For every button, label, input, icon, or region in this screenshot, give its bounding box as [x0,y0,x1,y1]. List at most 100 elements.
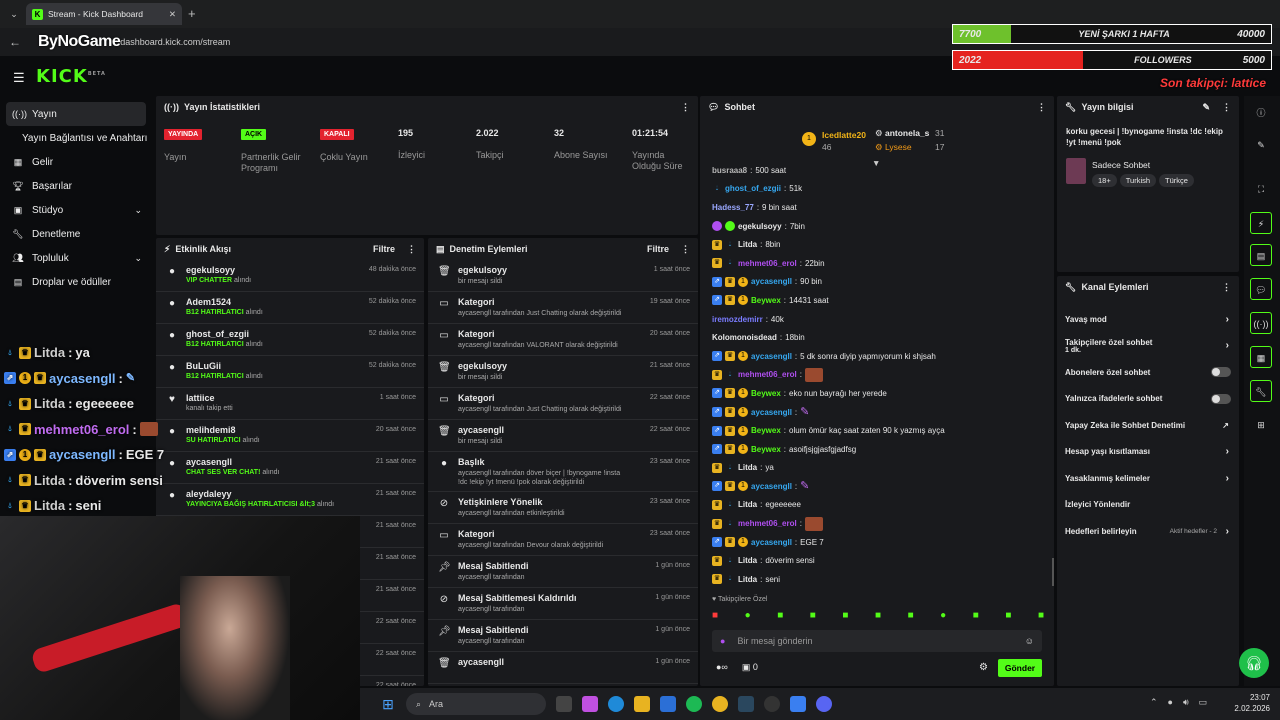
toggle-switch[interactable] [1211,393,1231,404]
chat-message[interactable]: ♛ 💧︎ Litda: ya [700,459,1054,478]
emote-icon[interactable]: ■ [810,610,816,624]
volume-icon[interactable]: 🔊︎ [1183,697,1189,708]
moderation-row[interactable]: ▭ Kategori aycasengll tarafından Just Chat… [428,292,698,324]
chat-bubble-icon[interactable]: 💬︎ [1250,278,1272,300]
more-icon[interactable]: ⋮ [681,102,690,113]
chrome-icon[interactable] [712,696,728,712]
moderation-row[interactable]: 🗑︎ egekulsoyy bir mesajı sildi 21 saat önce [428,356,698,388]
chat-message[interactable]: ♛ 💧︎ Litda: döverim sensi [700,551,1054,570]
chat-message[interactable]: ⇗ ♛ 1 aycasengll:90 bin [700,273,1054,292]
printer-icon[interactable]: ▦ [1250,346,1272,368]
channel-action-row[interactable]: Yapay Zeka ile Sohbet Denetimi ↗ [1057,412,1239,439]
chat-message[interactable]: ♛ 💧︎ Litda: egeeeeee [700,496,1054,515]
channel-action-row[interactable]: Hesap yaşı kısıtlaması › [1057,439,1239,466]
chat-username[interactable]: Litda [738,240,757,249]
emote-icon[interactable]: ■ [712,610,718,624]
moderation-row[interactable]: 🗑︎ egekulsoyy bir mesajı sildi 1 saat önce [428,260,698,292]
taskbar-search[interactable]: ⌕ Ara [406,693,546,715]
copilot-icon[interactable] [582,696,598,712]
more-icon[interactable]: ⋮ [1037,102,1046,113]
chat-username[interactable]: mehmet06_erol [738,370,797,379]
chat-message[interactable]: ⇗ ♛ 1 aycasengll: ✎ [700,403,1054,422]
emote-icon[interactable]: ■ [1005,610,1011,624]
sidebar-item-denetleme[interactable]: 🔧︎ Denetleme [0,222,152,246]
chat-username[interactable]: aycasengll [751,538,792,547]
moderation-row[interactable]: ● Başlık aycasengll tarafından döver biçer… [428,452,698,492]
add-widget-icon[interactable]: ⊞ [1250,414,1272,436]
edge-icon[interactable] [608,696,624,712]
activity-row[interactable]: ● melihdemi8 SU HATIRLATICI alındı 20 saat … [156,420,424,452]
channel-action-row[interactable]: Yasaklanmış kelimeler › [1057,465,1239,492]
windows-start-icon[interactable]: ⊞ [380,696,396,712]
app-icon[interactable] [790,696,806,712]
chat-username[interactable]: mehmet06_erol [738,519,797,528]
chat-message[interactable]: ♛ 💧︎ mehmet06_erol: [700,514,1054,533]
info-icon[interactable]: ⓘ [1250,102,1272,124]
chat-message[interactable]: Hadess_77:9 bin saat [700,198,1054,217]
chat-message[interactable]: ⇗ ♛ 1 Beywex:14431 saat [700,291,1054,310]
file-explorer-icon[interactable] [634,696,650,712]
chat-message[interactable]: egekulsoyy:7bin [700,217,1054,236]
toggle-switch[interactable] [1211,367,1231,378]
chat-username[interactable]: Kolomonoisdead [712,333,777,342]
tag[interactable]: Turkish [1119,174,1157,187]
steam-icon[interactable] [738,696,754,712]
document-icon[interactable]: ▤ [1250,244,1272,266]
channel-action-row[interactable]: İzleyici Yönlendir [1057,492,1239,519]
channel-action-row[interactable]: Yavaş mod › [1057,306,1239,333]
emote-icon[interactable]: ■ [842,610,848,624]
menu-icon[interactable]: ☰ [13,70,25,86]
tag[interactable]: Türkçe [1159,174,1194,187]
activity-row[interactable]: ● aleydaleyy YAYINCIYA BAĞIŞ HATIRLATICISI… [156,484,424,516]
activity-row[interactable]: ● Adem1524 B12 HATIRLATICI alındı 52 dakika… [156,292,424,324]
channel-action-row[interactable]: Takipçilere özel sohbet 1 dk. › [1057,333,1239,360]
network-icon[interactable]: ▭ [1199,697,1208,708]
activity-row[interactable]: ● aycasengll CHAT SES VER CHAT! alındı 21 s… [156,452,424,484]
chat-username[interactable]: ghost_of_ezgii [725,184,781,193]
moderation-row[interactable]: 🗑︎ aycasengll bir mesajı sildi 22 saat önce [428,420,698,452]
moderation-row[interactable]: ▭ Kategori aycasengll tarafından Devour ol… [428,524,698,556]
mic-icon[interactable]: ● [720,636,725,646]
obs-icon[interactable] [764,696,780,712]
chat-username[interactable]: aycasengll [751,482,792,491]
new-tab-icon[interactable]: + [188,6,196,21]
sidebar-item-studyo[interactable]: ▣ Stüdyo ⌄ [0,198,152,222]
activity-row[interactable]: ● ghost_of_ezgii B12 HATIRLATICI alındı 52 … [156,324,424,356]
chat-username[interactable]: aycasengll [751,277,792,286]
activity-row[interactable]: ● BuLuGii B12 HATIRLATICI alındı 52 dakika … [156,356,424,388]
channel-action-row[interactable]: Abonelere özel sohbet [1057,359,1239,386]
emote-icon[interactable]: ■ [908,610,914,624]
chat-message[interactable]: ⇗ ♛ 1 Beywex: olum ömür kaç saat zaten 90 k … [700,421,1054,440]
mail-icon[interactable] [660,696,676,712]
settings-gear-icon[interactable]: ⚙︎ [979,662,988,673]
more-icon[interactable]: ⋮ [1222,282,1231,293]
sidebar-item-droplar[interactable]: ▤ Droplar ve ödüller [0,270,152,294]
chat-username[interactable]: Litda [738,500,757,509]
activity-row[interactable]: ● egekulsoyy VIP CHATTER alındı 48 dakika ö… [156,260,424,292]
emote-icon[interactable]: ■ [1038,610,1044,624]
emote-icon[interactable]: ■ [875,610,881,624]
channel-action-row[interactable]: Yalnızca ifadelerle sohbet [1057,386,1239,413]
chat-message[interactable]: ⇗ ♛ 1 aycasengll: EGE 7 [700,533,1054,552]
pin-2nd[interactable]: ⚙︎ antonela_s 31 [875,128,944,139]
lightning-icon[interactable]: ⚡︎ [1250,212,1272,234]
support-headset-icon[interactable]: 🎧︎ [1239,648,1269,678]
chat-username[interactable]: Hadess_77 [712,203,754,212]
chat-username[interactable]: Beywex [751,296,781,305]
sidebar-item-stream-key[interactable]: Yayın Bağlantısı ve Anahtarı [0,126,152,150]
emote-icon[interactable]: ● [745,610,751,624]
kick-logo[interactable]: KICKBETA [36,66,106,87]
activity-row[interactable]: ♥ lattiice kanalı takip etti 1 saat önce [156,388,424,420]
chat-message[interactable]: ♛ 💧︎ Litda:8bin [700,235,1054,254]
chat-username[interactable]: Beywex [751,426,781,435]
chat-message[interactable]: ⇗ ♛ 1 aycasengll:5 dk sonra diyip yapmıyoru… [700,347,1054,366]
edit-icon[interactable]: ✎ [1202,102,1210,113]
edit-icon[interactable]: ✎ [1250,134,1272,156]
chat-message[interactable]: ⇗ ♛ 1 aycasengll: ✎ [700,477,1054,496]
chat-message[interactable]: Kolomonoisdead:18bin [700,328,1054,347]
taskbar-clock[interactable]: 23:07 2.02.2026 [1226,692,1270,714]
chat-username[interactable]: Litda [738,463,757,472]
chat-message[interactable]: ⇗ ♛ 1 Beywex: asoifjsjgjasfgjadfsg [700,440,1054,459]
emote-icon[interactable]: ■ [777,610,783,624]
moderation-row[interactable]: 📌︎ Mesaj Sabitlendi aycasengll tarafından 1… [428,620,698,652]
